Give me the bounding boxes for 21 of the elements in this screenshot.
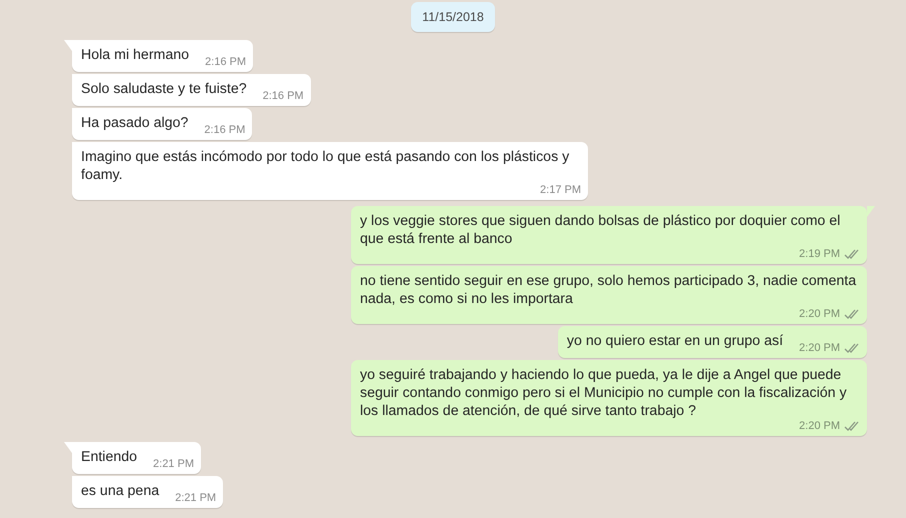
- message-text: Imagino que estás incómodo por todo lo que está pasando con los plásticos y foamy.: [81, 148, 570, 184]
- message-time: 2:19 PM: [799, 248, 840, 261]
- message-text: Entiendo: [81, 448, 138, 466]
- message-time: 2:16 PM: [204, 124, 246, 137]
- message-time: 2:20 PM: [799, 308, 840, 321]
- message-text: Solo saludaste y te fuiste?: [81, 80, 247, 98]
- message-text: Hola mi hermano: [81, 46, 190, 64]
- message-time: 2:16 PM: [205, 56, 246, 69]
- message-time: 2:21 PM: [175, 492, 216, 505]
- date-chip: 11/15/2018: [411, 2, 495, 32]
- message-text: es una pena: [81, 482, 160, 500]
- message-text: y los veggie stores que siguen dando bolsas de plástico por doquier como el que está frente al banco: [360, 212, 842, 248]
- message-time: 2:20 PM: [799, 342, 840, 355]
- message-text: yo no quiero estar en un grupo así: [566, 332, 784, 350]
- message-time: 2:17 PM: [540, 184, 581, 197]
- message-text: yo seguiré trabajando y haciendo lo que pueda, ya le dije a Angel que puede seguir contando conmigo pero si el Municipio no cumple con la fiscalización y los llamados de atención, de qué sirve tanto trabajo ?: [360, 366, 848, 420]
- message-time: 2:16 PM: [262, 90, 304, 103]
- message-text: Ha pasado algo?: [81, 114, 188, 132]
- message-time: 2:21 PM: [153, 458, 194, 471]
- message-time: 2:20 PM: [799, 420, 840, 433]
- message-text: no tiene sentido seguir en ese grupo, solo hemos participado 3, nadie comenta nada, es como si no les importara: [360, 272, 858, 308]
